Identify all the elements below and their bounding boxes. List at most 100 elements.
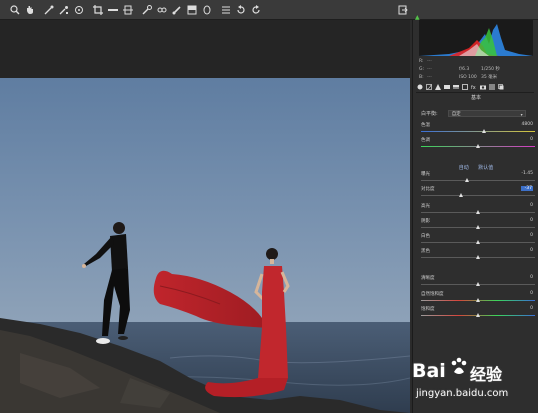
slider-label: 饱和度 (421, 307, 435, 312)
straighten-icon[interactable] (106, 3, 120, 17)
wedding-photo-image (0, 78, 410, 413)
slider-value-input[interactable]: 0 (523, 137, 533, 142)
hand-icon[interactable] (23, 3, 37, 17)
slider-track[interactable] (421, 180, 535, 181)
rotate-left-icon[interactable] (234, 3, 248, 17)
slider-value-input[interactable]: 0 (523, 218, 533, 223)
preview-background (0, 20, 410, 78)
transform-icon[interactable] (121, 3, 135, 17)
zoom-icon[interactable] (8, 3, 22, 17)
slider-thumb[interactable] (476, 313, 480, 317)
slider-row: 自然饱和度 0 (421, 291, 535, 307)
radial-filter-icon[interactable] (200, 3, 214, 17)
slider-label: 曝光 (421, 172, 430, 177)
slider-row: 色调 0 (421, 137, 535, 153)
white-balance-icon[interactable] (42, 3, 56, 17)
camera-info: R: --- G: --- f/6.3 1/250 秒 B: --- ISO 1… (419, 58, 533, 82)
slider-label: 色温 (421, 123, 430, 128)
slider-row: 饱和度 0 (421, 306, 535, 322)
slider-thumb[interactable] (481, 129, 486, 133)
chevron-down-icon: ▾ (520, 111, 523, 117)
red-eye-icon[interactable] (155, 3, 169, 17)
camera-calibration-icon[interactable] (479, 83, 487, 91)
snapshots-icon[interactable] (497, 83, 505, 91)
slider-track[interactable] (421, 131, 535, 132)
slider-row: 色温 4800 (421, 122, 535, 138)
hsl-icon[interactable] (443, 83, 451, 91)
slider-thumb[interactable] (464, 178, 469, 182)
slider-value-input[interactable]: 4800 (522, 122, 533, 127)
slider-value-input[interactable]: 0 (523, 203, 533, 208)
slider-label: 高光 (421, 204, 430, 209)
photo-preview[interactable] (0, 78, 410, 413)
preferences-icon[interactable] (219, 3, 233, 17)
slider-value-input[interactable]: 0 (523, 291, 533, 296)
slider-label: 黑色 (421, 249, 430, 254)
slider-value-input[interactable]: 0 (523, 248, 533, 253)
slider-thumb[interactable] (476, 255, 480, 259)
adjustment-brush-icon[interactable] (170, 3, 184, 17)
paw-icon (450, 357, 468, 377)
slider-value-input[interactable]: 0 (523, 306, 533, 311)
section-title: 基本 (470, 95, 481, 101)
slider-value-input[interactable]: 0 (523, 275, 533, 280)
slider-value-input[interactable]: -1.45 (521, 171, 533, 176)
slider-thumb[interactable] (476, 225, 480, 229)
slider-thumb[interactable] (476, 298, 480, 302)
presets-icon[interactable] (488, 83, 496, 91)
detail-icon[interactable] (434, 83, 442, 91)
info-iso: ISO 100 (459, 75, 477, 80)
panel-tabs: fx (416, 82, 534, 93)
shadow-clipping-icon[interactable]: ▲ (415, 14, 420, 21)
white-balance-select[interactable]: 自定 ▾ (447, 109, 526, 117)
slider-thumb[interactable] (476, 240, 480, 244)
histogram (419, 20, 533, 56)
slider-row: 曝光 -1.45 (421, 171, 535, 187)
slider-thumb[interactable] (476, 282, 480, 286)
slider-label: 自然饱和度 (421, 292, 444, 297)
info-value: --- (427, 75, 432, 80)
split-toning-icon[interactable] (452, 83, 460, 91)
slider-value-input[interactable]: 0 (523, 233, 533, 238)
toggle-fullscreen-icon[interactable] (396, 3, 410, 17)
info-row-r: R: --- (419, 58, 533, 66)
tone-curve-icon[interactable] (425, 83, 433, 91)
slider-label: 对比度 (421, 187, 435, 192)
info-key: G: (419, 67, 425, 72)
slider-value-input[interactable]: -37 (521, 186, 533, 191)
info-aperture: f/6.3 (459, 67, 470, 72)
color-sampler-icon[interactable] (57, 3, 71, 17)
watermark-logo-cn: 经验 (470, 365, 503, 384)
lens-icon[interactable] (461, 83, 469, 91)
info-row-g: G: --- f/6.3 1/250 秒 (419, 66, 533, 74)
info-key: R: (419, 59, 424, 64)
slider-label: 白色 (421, 234, 430, 239)
tone-links: 自动 默认值 (413, 164, 538, 171)
info-focal-length: 35 毫米 (481, 75, 498, 80)
info-key: B: (419, 75, 424, 80)
rotate-right-icon[interactable] (249, 3, 263, 17)
slider-track[interactable] (421, 195, 535, 196)
slider-label: 清晰度 (421, 276, 435, 281)
info-value: --- (427, 67, 432, 72)
camera-raw-window: ▲ R: --- G: --- f/6.3 1/250 秒 B: --- ISO… (0, 0, 538, 413)
white-balance-value: 自定 (451, 111, 461, 117)
slider-row: 清晰度 0 (421, 275, 535, 291)
graduated-filter-icon[interactable] (185, 3, 199, 17)
slider-row: 阴影 0 (421, 218, 535, 234)
white-balance-row: 白平衡: 自定 ▾ (421, 109, 533, 117)
slider-row: 对比度 -37 (421, 186, 535, 202)
slider-label: 阴影 (421, 219, 430, 224)
fx-icon[interactable]: fx (470, 83, 478, 91)
crop-icon[interactable] (91, 3, 105, 17)
slider-thumb[interactable] (458, 193, 463, 197)
target-adjust-icon[interactable] (72, 3, 86, 17)
spot-removal-icon[interactable] (140, 3, 154, 17)
slider-thumb[interactable] (476, 144, 480, 148)
basic-icon[interactable] (416, 83, 424, 91)
slider-label: 色调 (421, 138, 430, 143)
watermark-url: jingyan.baidu.com (416, 388, 509, 399)
watermark-logo: Bai (412, 360, 446, 382)
slider-row: 白色 0 (421, 233, 535, 249)
slider-thumb[interactable] (476, 210, 480, 214)
